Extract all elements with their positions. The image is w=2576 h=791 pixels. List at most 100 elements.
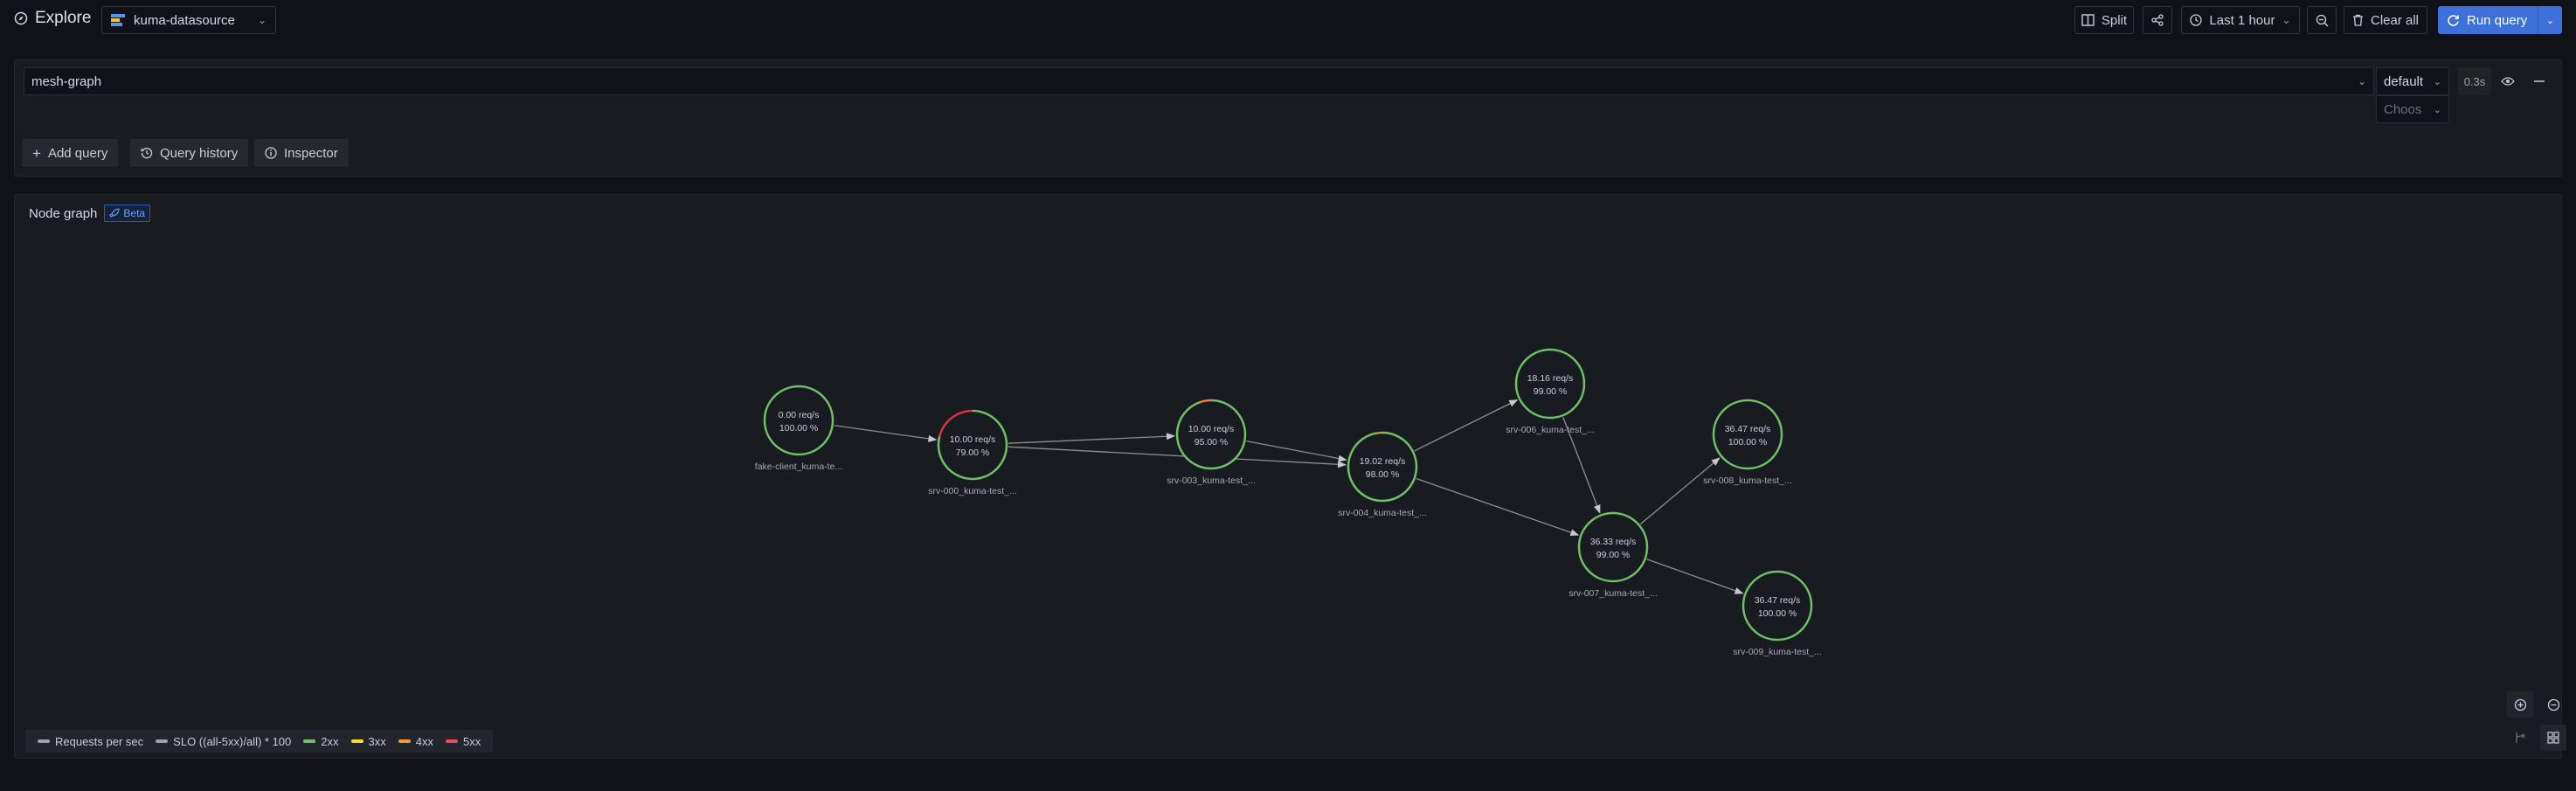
zoom-out-icon: [2547, 698, 2559, 711]
graph-edge[interactable]: [1640, 457, 1721, 525]
split-label: Split: [2101, 12, 2128, 28]
zoom-in-button[interactable]: [2507, 691, 2533, 718]
run-query-button[interactable]: Run query ⌄: [2438, 6, 2562, 34]
add-query-button[interactable]: + Add query: [22, 139, 119, 167]
node-slo: 99.00 %: [1596, 550, 1631, 560]
legend-swatch: [350, 739, 364, 743]
legend-swatch: [38, 739, 50, 743]
node-rate: 18.16 req/s: [1527, 373, 1574, 384]
compass-icon: [14, 11, 28, 25]
node-slo: 98.00 %: [1366, 469, 1400, 480]
node-rate: 0.00 req/s: [779, 410, 820, 420]
eye-icon: [2501, 77, 2515, 86]
node-label: srv-009_kuma-test_...: [1733, 647, 1822, 657]
inspector-button[interactable]: Inspector: [254, 139, 349, 167]
graph-edge[interactable]: [1646, 559, 1744, 594]
share-button[interactable]: [2143, 6, 2172, 34]
datasource-picker[interactable]: kuma-datasource ⌄: [101, 6, 276, 34]
graph-node[interactable]: 36.33 req/s 99.00 % srv-007_kuma-test_...: [1568, 511, 1658, 599]
legend-label: 3xx: [368, 734, 386, 748]
remove-query-button[interactable]: [2524, 67, 2554, 95]
legend-swatch: [156, 739, 169, 743]
run-query-main[interactable]: Run query: [2438, 13, 2538, 28]
node-slo: 100.00 %: [779, 423, 818, 434]
graph-edge[interactable]: [1414, 399, 1519, 452]
node-slo: 79.00 %: [956, 448, 990, 458]
layout-button[interactable]: [2507, 725, 2533, 751]
clear-all-button[interactable]: Clear all: [2344, 6, 2427, 34]
chevron-down-icon: ⌄: [2433, 76, 2441, 87]
layout-icon: [2516, 732, 2525, 743]
node-slo: 100.00 %: [1758, 608, 1797, 619]
chevron-down-icon: ⌄: [257, 14, 267, 26]
graph-node[interactable]: 36.47 req/s 100.00 % srv-008_kuma-test_...: [1703, 399, 1792, 486]
grid-view-button[interactable]: [2540, 725, 2566, 751]
graph-node[interactable]: 19.02 req/s 98.00 % srv-004_kuma-test_...: [1338, 431, 1427, 518]
graph-node[interactable]: 18.16 req/s 99.00 % srv-006_kuma-test_...: [1506, 348, 1595, 435]
clear-all-label: Clear all: [2370, 12, 2420, 28]
chevron-down-icon: ⌄: [2433, 104, 2441, 115]
refresh-icon: [2448, 14, 2459, 26]
node-rate: 36.47 req/s: [1755, 595, 1801, 606]
graph-edge[interactable]: [1008, 446, 1347, 468]
graph-edge[interactable]: [834, 425, 938, 442]
node-slo: 100.00 %: [1728, 437, 1767, 448]
page-title-text: Explore: [35, 9, 92, 27]
node-slo: 95.00 %: [1195, 437, 1229, 448]
time-range-label: Last 1 hour: [2209, 12, 2275, 28]
node-label: srv-008_kuma-test_...: [1703, 475, 1792, 486]
chevron-down-icon: ⌄: [2357, 75, 2366, 87]
node-label: srv-003_kuma-test_...: [1167, 475, 1256, 486]
choose-placeholder: Choose: [2384, 101, 2422, 117]
query-editor-panel: mesh-graph ⌄ default ⌄ Choose ⌄ 0.3s + A…: [14, 59, 2562, 177]
query-history-button[interactable]: Query history: [130, 139, 249, 167]
node-label: srv-004_kuma-test_...: [1338, 508, 1427, 518]
query-input[interactable]: mesh-graph ⌄: [24, 67, 2374, 95]
graph-node[interactable]: 10.00 req/s 79.00 % srv-000_kuma-test_...: [928, 409, 1017, 496]
query-time: 0.3s: [2458, 67, 2491, 95]
graph-edge[interactable]: [1008, 433, 1176, 444]
split-icon: [2081, 14, 2095, 26]
run-query-dropdown[interactable]: ⌄: [2538, 6, 2562, 34]
graph-node[interactable]: 0.00 req/s 100.00 % fake-client_kuma-te...: [755, 385, 842, 472]
node-rate: 19.02 req/s: [1360, 456, 1406, 467]
legend-swatch: [303, 739, 316, 743]
top-bar: Explore kuma-datasource ⌄ Split Last 1 h…: [0, 0, 2576, 40]
graph-node[interactable]: 36.47 req/s 100.00 % srv-009_kuma-test_...: [1733, 570, 1822, 657]
query-type-select[interactable]: default ⌄: [2376, 67, 2449, 95]
query-value: mesh-graph: [31, 73, 102, 89]
node-graph-panel: Node graph Beta 0.00 req/s 100.00 % fake-c…: [14, 194, 2566, 759]
add-query-label: Add query: [47, 145, 108, 161]
page-title: Explore: [14, 9, 91, 28]
zoom-in-icon: [2514, 698, 2526, 711]
datasource-name: kuma-datasource: [134, 12, 235, 28]
toggle-visibility-button[interactable]: [2493, 67, 2523, 95]
split-button[interactable]: Split: [2074, 6, 2134, 34]
share-icon: [2151, 14, 2164, 26]
inspector-label: Inspector: [284, 145, 338, 161]
legend-item: 3xx: [350, 734, 386, 748]
clock-icon: [2190, 14, 2203, 26]
node-rate: 10.00 req/s: [1188, 424, 1235, 434]
graph-edge[interactable]: [1416, 477, 1580, 536]
zoom-out-button[interactable]: [2540, 691, 2566, 718]
run-query-label: Run query: [2467, 12, 2528, 28]
minus-icon: [2534, 80, 2545, 82]
graph-node[interactable]: 10.00 req/s 95.00 % srv-003_kuma-test_...: [1167, 399, 1256, 486]
zoom-out-time-button[interactable]: [2307, 6, 2337, 34]
node-slo: 99.00 %: [1534, 386, 1568, 397]
node-rate: 10.00 req/s: [950, 434, 996, 445]
node-rate: 36.47 req/s: [1725, 424, 1771, 434]
legend-label: 5xx: [462, 734, 481, 748]
query-type-value: default: [2384, 73, 2424, 89]
datasource-icon: [111, 14, 125, 26]
query-history-label: Query history: [160, 145, 239, 161]
legend-label: Requests per sec: [55, 734, 144, 748]
node-graph-canvas[interactable]: 0.00 req/s 100.00 % fake-client_kuma-te...…: [15, 195, 2563, 719]
legend-item: 4xx: [398, 735, 433, 748]
time-range-picker[interactable]: Last 1 hour ⌄: [2181, 6, 2300, 34]
choose-select[interactable]: Choose ⌄: [2376, 95, 2449, 123]
node-graph-legend: Requests per sec SLO ((all-5xx)/all) * 10…: [25, 730, 494, 753]
graph-edge[interactable]: [1246, 440, 1347, 462]
legend-swatch: [398, 739, 411, 743]
